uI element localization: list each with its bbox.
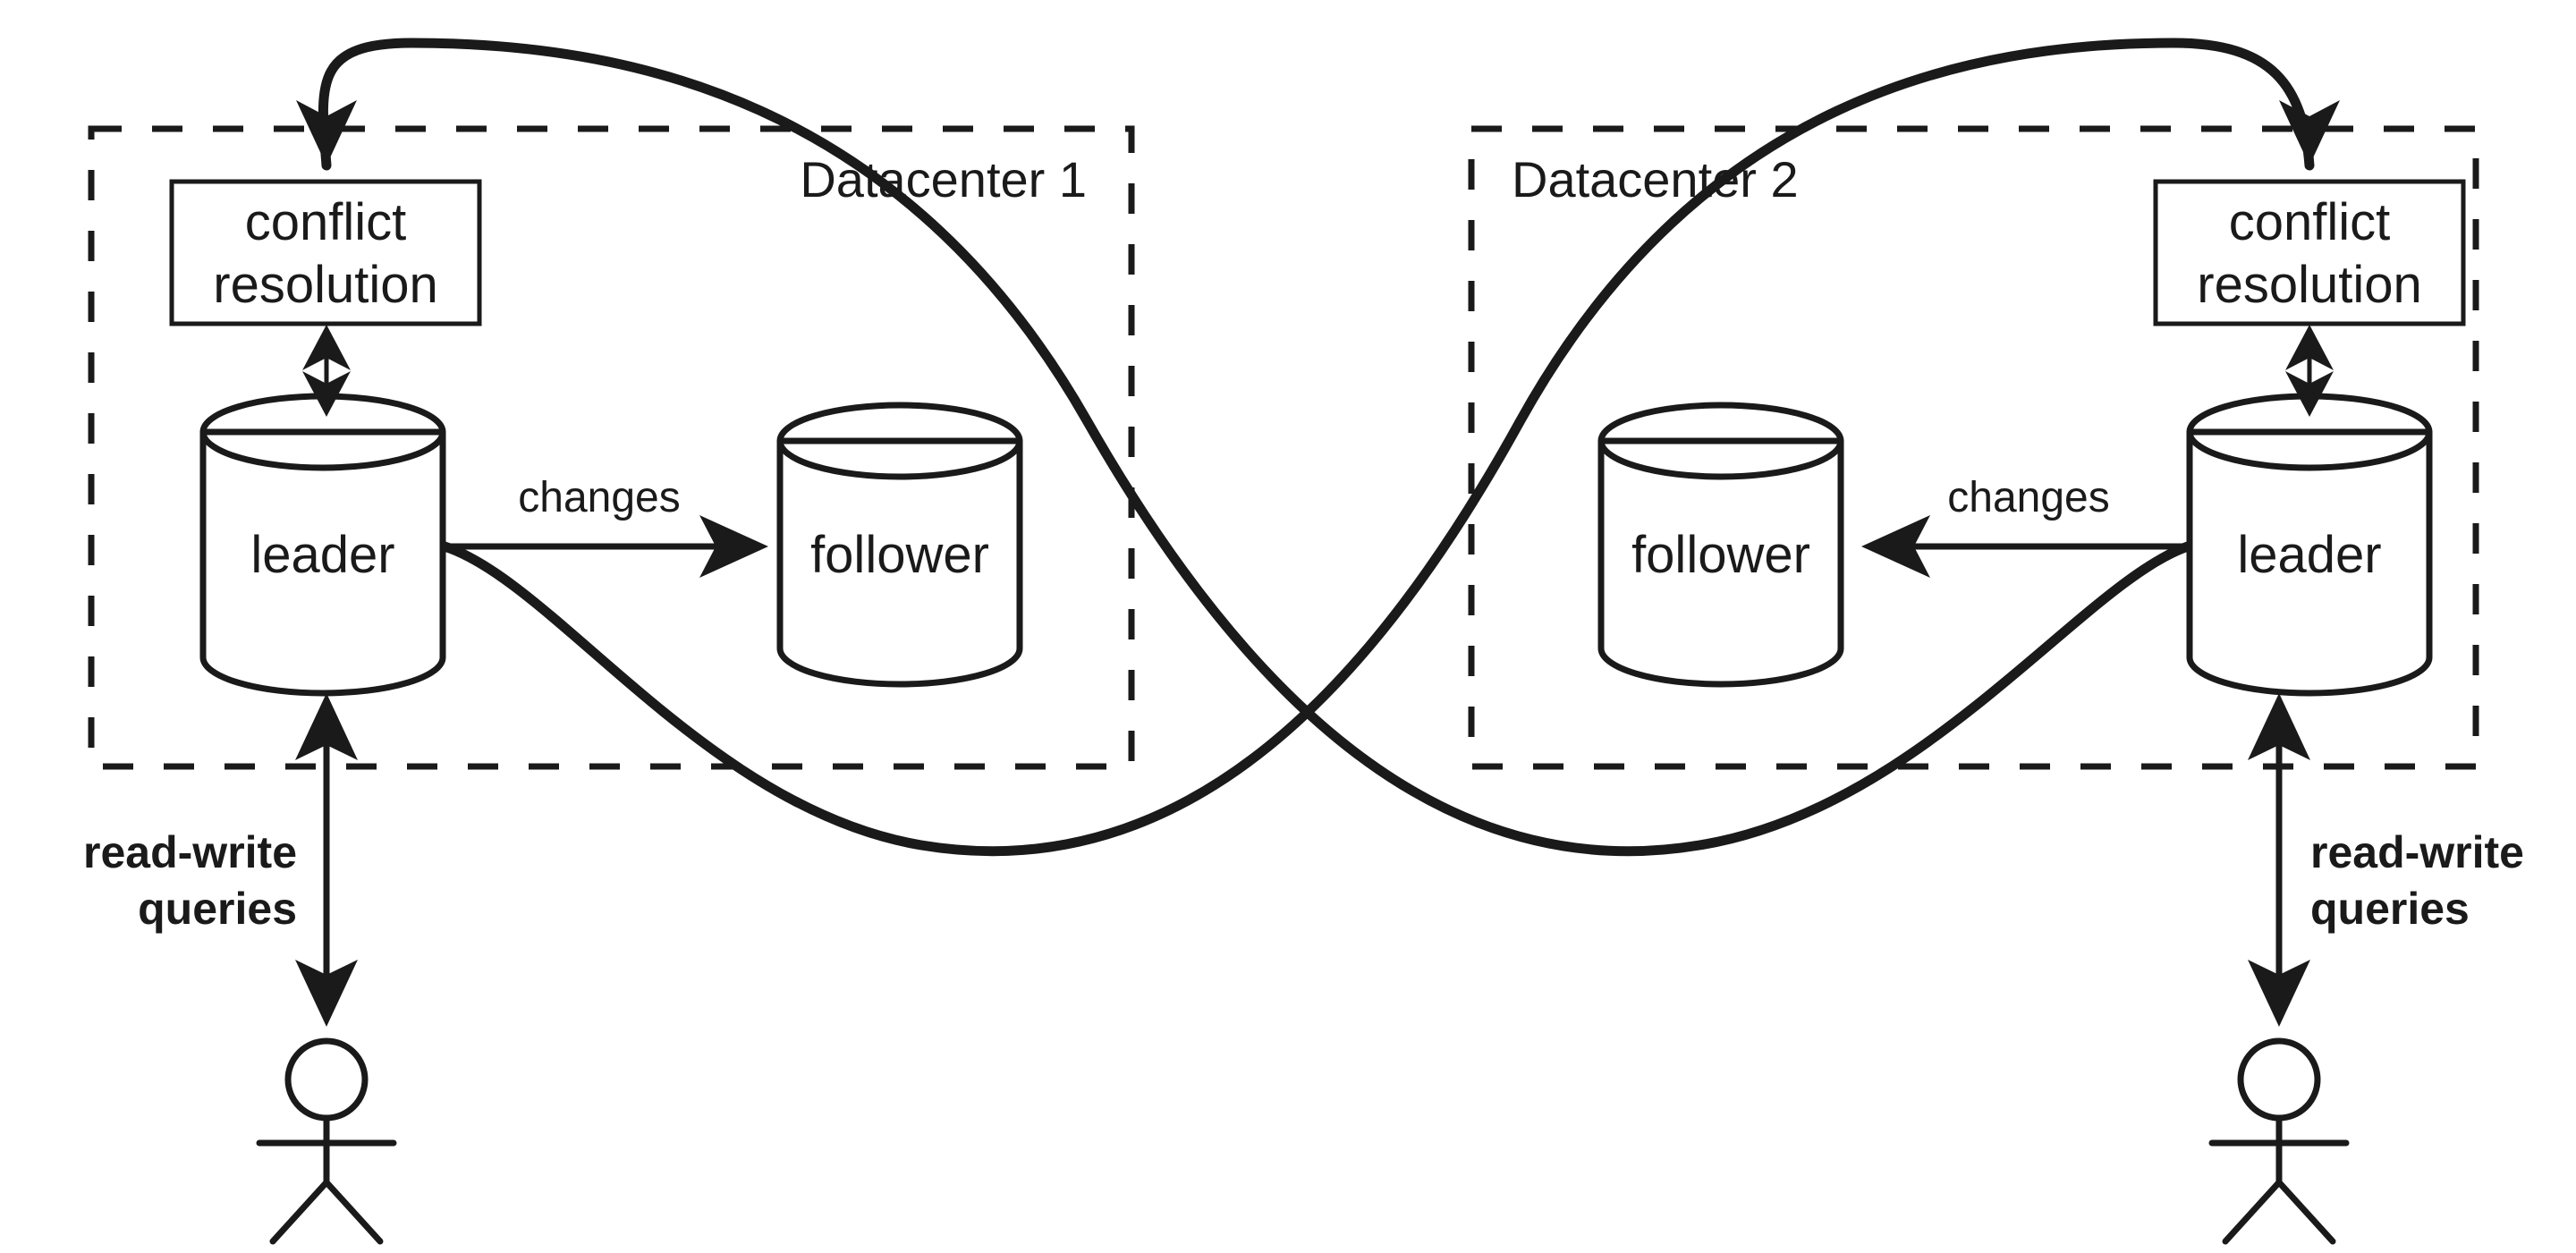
dc1-stick-figure-user-icon[interactable] xyxy=(256,1037,397,1245)
diagram-canvas: Datacenter 1 conflict resolution leader xyxy=(0,0,2576,1253)
dc2-client-query-label-line1: read-write xyxy=(2310,827,2524,877)
datacenter-1-group: Datacenter 1 conflict resolution leader xyxy=(83,125,1135,1245)
dc2-user-left-leg xyxy=(2222,1179,2283,1245)
dc2-conflict-label-line1: conflict xyxy=(2229,193,2391,251)
dc2-follower-label: follower xyxy=(1631,526,1810,584)
dc1-user-head xyxy=(284,1037,369,1122)
replication-diagram: Datacenter 1 conflict resolution leader xyxy=(83,38,2524,1245)
dc2-user-head xyxy=(2237,1037,2321,1122)
dc1-user-left-leg xyxy=(269,1179,330,1245)
dc1-client-query-label-line2: queries xyxy=(138,884,297,934)
dc1-client-query-label-line1: read-write xyxy=(83,827,297,877)
dc1-user-right-leg xyxy=(323,1179,384,1245)
dc2-conflict-label-line2: resolution xyxy=(2197,256,2421,314)
dc1-changes-label: changes xyxy=(518,474,680,521)
dc1-leader-label: leader xyxy=(250,526,394,584)
dc1-conflict-label-line1: conflict xyxy=(245,193,407,251)
dc2-user-right-leg xyxy=(2275,1179,2336,1245)
dc2-changes-label: changes xyxy=(1947,474,2109,521)
dc1-follower-label: follower xyxy=(810,526,989,584)
dc1-conflict-label-line2: resolution xyxy=(213,256,437,314)
dc2-client-query-label-line2: queries xyxy=(2310,884,2470,934)
dc2-stick-figure-user-icon[interactable] xyxy=(2208,1037,2350,1245)
dc2-leader-label: leader xyxy=(2237,526,2381,584)
